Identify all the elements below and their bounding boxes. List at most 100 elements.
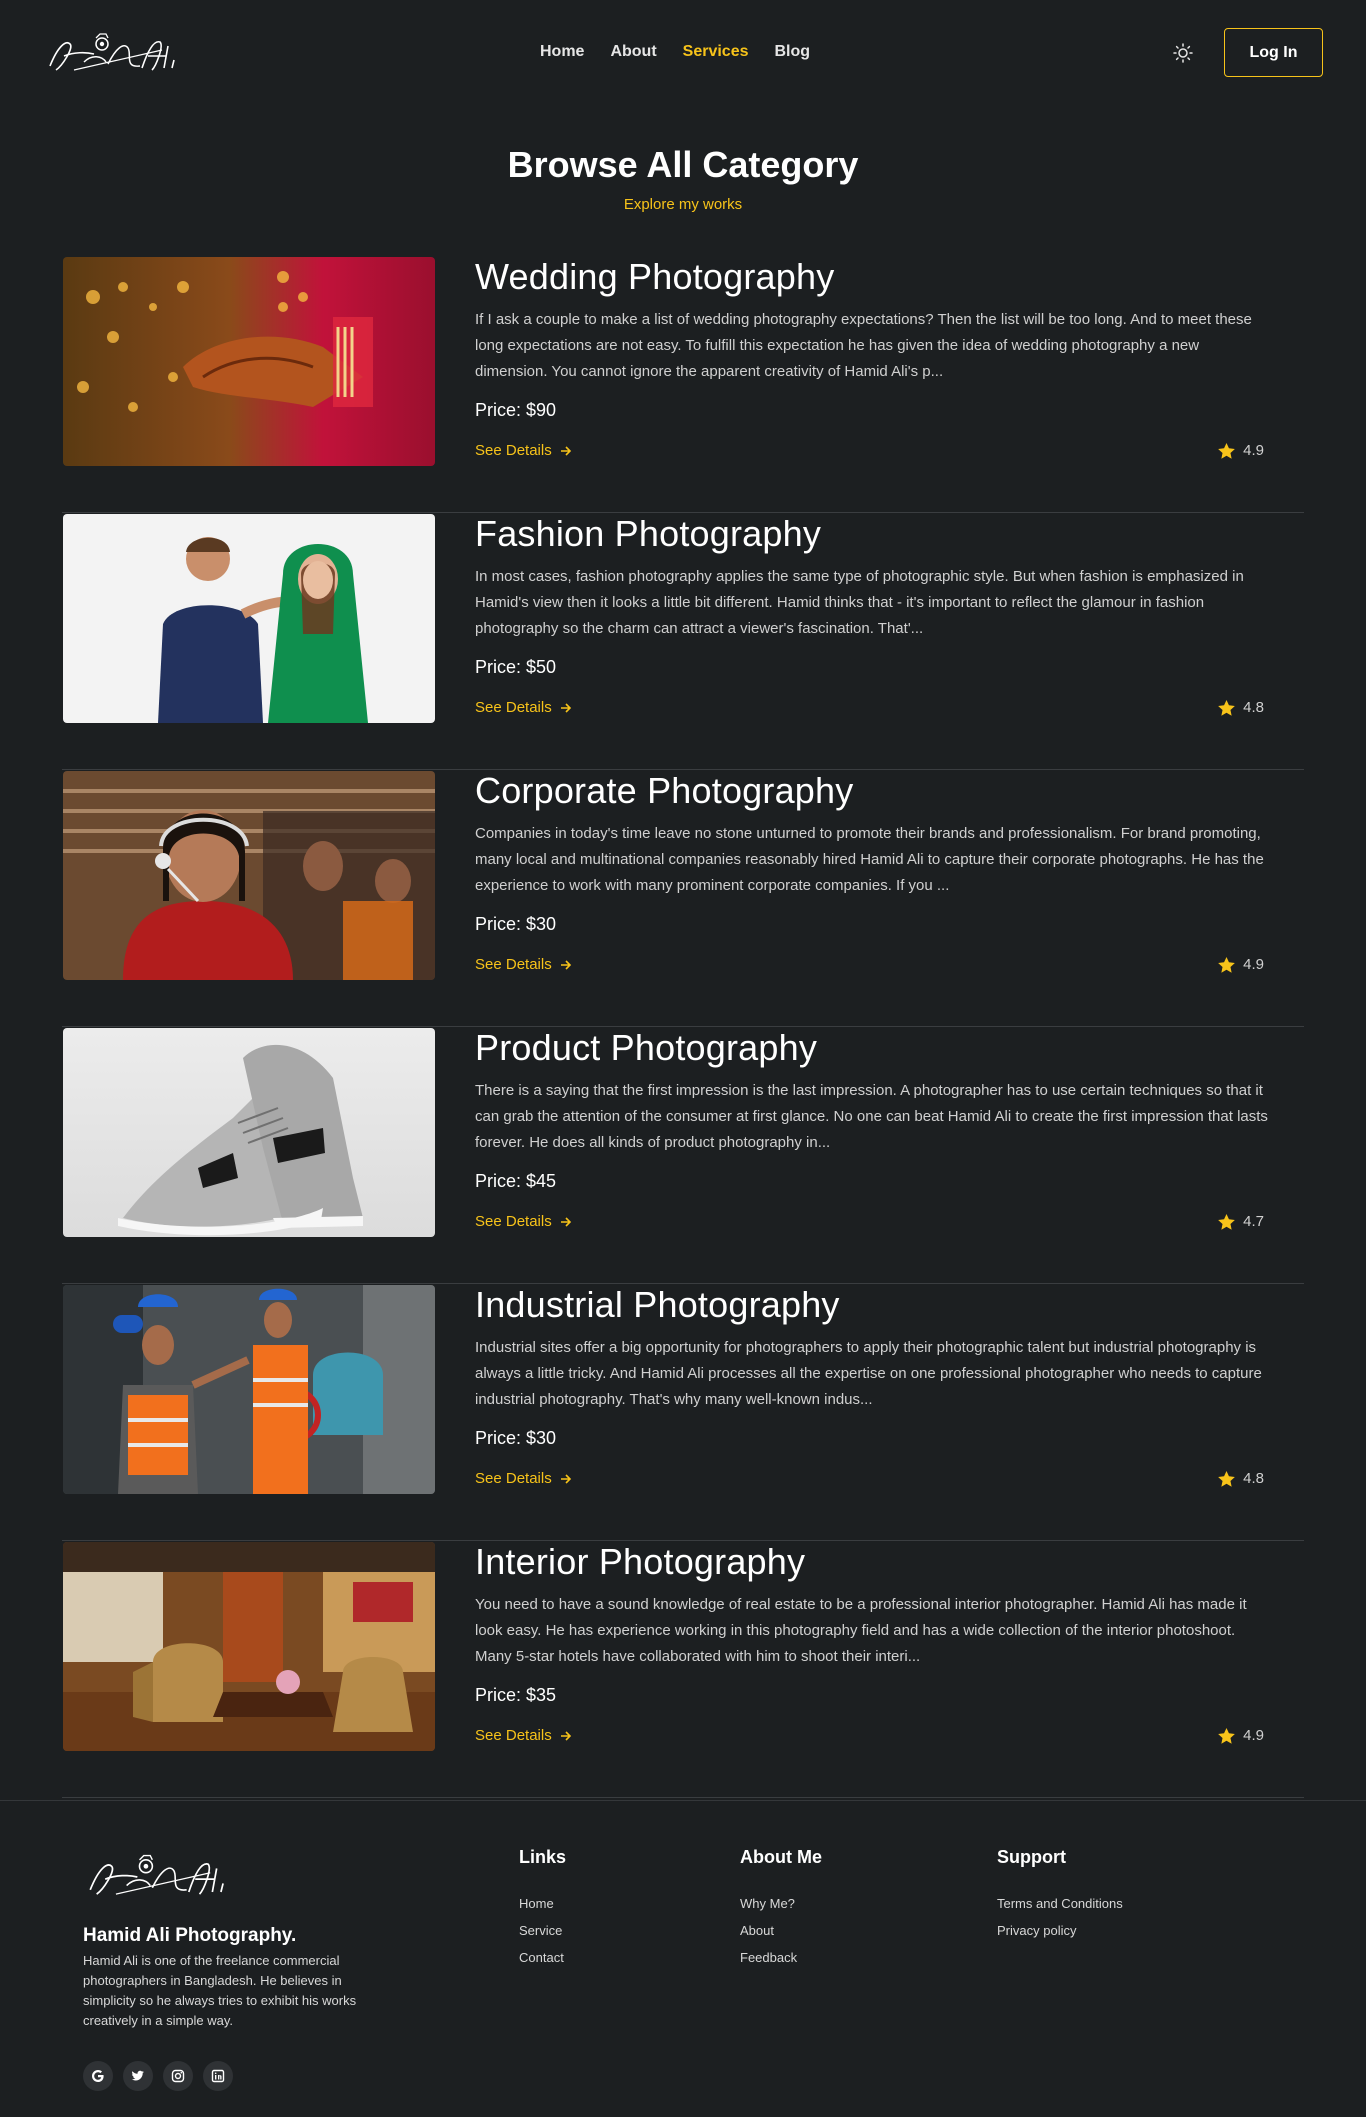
footer-col-title: Support <box>997 1847 1066 1867</box>
page-title: Browse All Category <box>507 144 859 185</box>
footer-col-title: About Me <box>740 1847 822 1867</box>
footer-link-feedback[interactable]: Feedback <box>740 1950 822 1965</box>
google-icon[interactable] <box>83 2061 113 2091</box>
see-details-link[interactable]: See Details <box>475 956 572 973</box>
see-details-link[interactable]: See Details <box>475 442 572 459</box>
site-logo[interactable] <box>44 26 190 82</box>
star-icon <box>1218 1213 1235 1230</box>
category-title: Corporate Photography <box>475 770 854 811</box>
footer-link-home[interactable]: Home <box>519 1896 566 1911</box>
category-price: Price: $90 <box>475 400 557 420</box>
category-rating: 4.9 <box>1218 442 1264 459</box>
category-title: Product Photography <box>475 1027 818 1068</box>
category-card-industrial: Industrial Photography Industrial sites … <box>62 1284 1304 1541</box>
category-rating: 4.8 <box>1218 1470 1264 1487</box>
footer-link-service[interactable]: Service <box>519 1923 566 1938</box>
social-links <box>83 2061 233 2091</box>
footer-col-links: Links Home Service Contact <box>519 1847 566 1977</box>
category-rating: 4.7 <box>1218 1213 1264 1230</box>
arrow-right-icon <box>560 1473 571 1484</box>
category-card-interior: Interior Photography You need to have a … <box>62 1541 1304 1798</box>
category-rating: 4.8 <box>1218 699 1264 716</box>
nav-home[interactable]: Home <box>540 43 584 61</box>
arrow-right-icon <box>560 1216 571 1227</box>
category-list: Wedding Photography If I ask a couple to… <box>62 256 1304 1798</box>
see-details-label: See Details <box>475 1470 552 1487</box>
category-card-corporate: Corporate Photography Companies in today… <box>62 770 1304 1027</box>
footer-link-terms[interactable]: Terms and Conditions <box>997 1896 1123 1911</box>
category-price: Price: $30 <box>475 1428 557 1448</box>
category-card-fashion: Fashion Photography In most cases, fashi… <box>62 513 1304 770</box>
see-details-link[interactable]: See Details <box>475 1470 572 1487</box>
navbar: Home About Services Blog Log In <box>0 0 1366 107</box>
category-description: There is a saying that the first impress… <box>475 1082 1268 1151</box>
arrow-right-icon <box>560 445 571 456</box>
product-photo <box>63 1028 435 1237</box>
category-price: Price: $50 <box>475 657 557 677</box>
see-details-label: See Details <box>475 956 552 973</box>
see-details-link[interactable]: See Details <box>475 1213 572 1230</box>
footer-about: Hamid Ali is one of the freelance commer… <box>83 1953 357 2028</box>
wedding-photo <box>63 257 435 466</box>
rating-value: 4.7 <box>1243 1213 1264 1230</box>
category-description: You need to have a sound knowledge of re… <box>475 1596 1247 1665</box>
category-rating: 4.9 <box>1218 956 1264 973</box>
star-icon <box>1218 442 1235 459</box>
rating-value: 4.8 <box>1243 699 1264 716</box>
category-description: If I ask a couple to make a list of wedd… <box>475 311 1252 380</box>
star-icon <box>1218 1470 1235 1487</box>
corporate-photo <box>63 771 435 980</box>
nav-services[interactable]: Services <box>683 43 749 61</box>
footer-logo[interactable] <box>82 1847 242 1907</box>
star-icon <box>1218 699 1235 716</box>
category-price: Price: $30 <box>475 914 557 934</box>
category-description: In most cases, fashion photography appli… <box>475 568 1244 637</box>
rating-value: 4.9 <box>1243 956 1264 973</box>
category-title: Interior Photography <box>475 1541 806 1582</box>
see-details-label: See Details <box>475 1213 552 1230</box>
arrow-right-icon <box>560 959 571 970</box>
rating-value: 4.9 <box>1243 1727 1264 1744</box>
arrow-right-icon <box>560 702 571 713</box>
footer-link-why-me[interactable]: Why Me? <box>740 1896 822 1911</box>
category-description: Companies in today's time leave no stone… <box>475 825 1264 894</box>
login-button[interactable]: Log In <box>1224 28 1323 77</box>
category-description: Industrial sites offer a big opportunity… <box>475 1339 1262 1408</box>
footer-link-privacy[interactable]: Privacy policy <box>997 1923 1123 1938</box>
star-icon <box>1218 956 1235 973</box>
category-title: Fashion Photography <box>475 513 822 554</box>
category-price: Price: $45 <box>475 1171 557 1191</box>
rating-value: 4.8 <box>1243 1470 1264 1487</box>
see-details-link[interactable]: See Details <box>475 699 572 716</box>
footer-col-title: Links <box>519 1847 567 1867</box>
linkedin-icon[interactable] <box>203 2061 233 2091</box>
footer-col-support: Support Terms and Conditions Privacy pol… <box>997 1847 1123 1950</box>
star-icon <box>1218 1727 1235 1744</box>
twitter-icon[interactable] <box>123 2061 153 2091</box>
see-details-label: See Details <box>475 442 552 459</box>
category-card-wedding: Wedding Photography If I ask a couple to… <box>62 256 1304 513</box>
category-card-product: Product Photography There is a saying th… <box>62 1027 1304 1284</box>
main-nav: Home About Services Blog <box>540 43 836 61</box>
category-rating: 4.9 <box>1218 1727 1264 1744</box>
sun-icon[interactable] <box>1172 42 1194 64</box>
fashion-photo <box>63 514 435 723</box>
arrow-right-icon <box>560 1730 571 1741</box>
category-price: Price: $35 <box>475 1685 557 1705</box>
see-details-label: See Details <box>475 1727 552 1744</box>
interior-photo <box>63 1542 435 1751</box>
category-title: Industrial Photography <box>475 1284 840 1325</box>
footer: Hamid Ali Photography. Hamid Ali is one … <box>0 1800 1366 2117</box>
rating-value: 4.9 <box>1243 442 1264 459</box>
instagram-icon[interactable] <box>163 2061 193 2091</box>
industrial-photo <box>63 1285 435 1494</box>
category-title: Wedding Photography <box>475 256 835 297</box>
nav-blog[interactable]: Blog <box>775 43 811 61</box>
see-details-label: See Details <box>475 699 552 716</box>
footer-link-about[interactable]: About <box>740 1923 822 1938</box>
page-subtitle: Explore my works <box>623 196 743 213</box>
nav-about[interactable]: About <box>610 43 656 61</box>
see-details-link[interactable]: See Details <box>475 1727 572 1744</box>
footer-link-contact[interactable]: Contact <box>519 1950 566 1965</box>
footer-col-about: About Me Why Me? About Feedback <box>740 1847 822 1977</box>
